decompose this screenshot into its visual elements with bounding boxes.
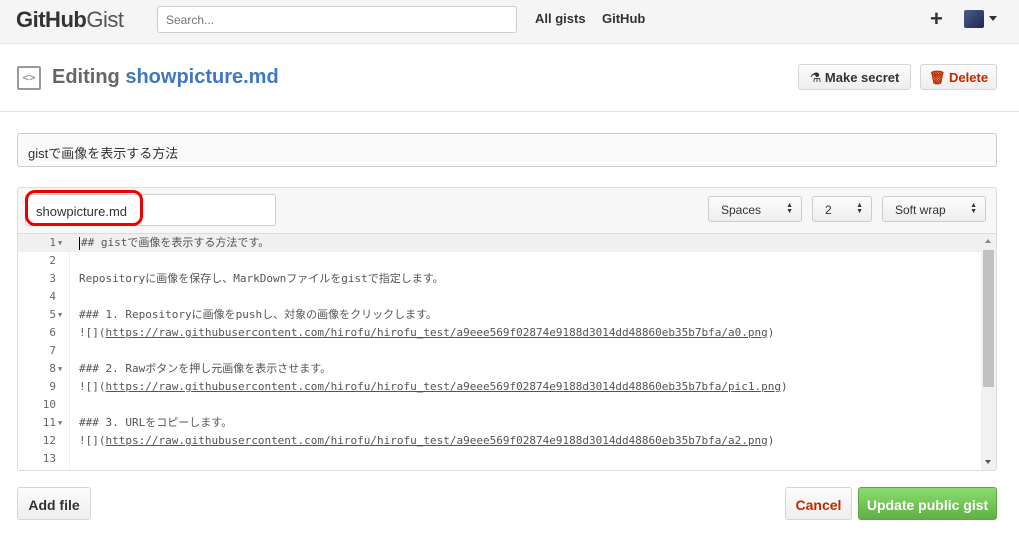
update-public-gist-button[interactable]: Update public gist <box>858 487 997 520</box>
line-number: 5 <box>49 308 56 321</box>
line-text: Repositoryに画像を保存し、MarkDownファイルをgistで指定しま… <box>79 272 444 285</box>
scrollbar-thumb[interactable] <box>983 250 994 387</box>
file-header: showpicture.md Spaces ▲ ▼ 2 ▲ ▼ Soft wrap … <box>18 188 996 234</box>
make-secret-button[interactable]: ⚗ Make secret <box>798 64 911 90</box>
code-line[interactable]: 11 ▼ ### 3. URLをコピーします。 <box>18 414 996 432</box>
code-line[interactable]: 6 ![](https://raw.githubusercontent.com/h… <box>18 324 996 342</box>
markdown-link: https://raw.githubusercontent.com/hirofu… <box>105 380 782 393</box>
line-text: ## gistで画像を表示する方法です。 <box>79 236 270 250</box>
title-prefix: Editing <box>52 66 120 88</box>
line-number: 8 <box>49 362 56 375</box>
select-arrows-icon: ▲ ▼ <box>970 202 977 215</box>
text-cursor <box>79 236 80 250</box>
line-number: 9 <box>49 380 56 393</box>
new-gist-icon[interactable]: + <box>930 6 943 32</box>
indent-mode-select[interactable]: Spaces ▲ ▼ <box>708 196 802 222</box>
nav-all-gists[interactable]: All gists <box>535 11 586 26</box>
line-number: 3 <box>49 272 56 285</box>
nav-github[interactable]: GitHub <box>602 11 645 26</box>
line-number: 12 <box>42 434 56 447</box>
line-number: 7 <box>49 344 56 357</box>
line-number: 11 <box>42 416 56 429</box>
code-file-icon: <> <box>17 66 41 90</box>
code-line[interactable]: 7 <box>18 342 996 360</box>
line-text: ![](https://raw.githubusercontent.com/hi… <box>79 434 775 447</box>
github-gist-logo[interactable]: GitHubGist <box>16 7 124 33</box>
gist-title-bar: <> Editing showpicture.md ⚗ Make secret … <box>0 44 1019 112</box>
line-number: 1 <box>49 236 56 249</box>
code-line[interactable]: 2 <box>18 252 996 270</box>
select-arrows-icon: ▲ ▼ <box>856 202 863 215</box>
markdown-link: https://raw.githubusercontent.com/hirofu… <box>105 434 768 447</box>
code-line[interactable]: 3 Repositoryに画像を保存し、MarkDownファイルをgistで指定し… <box>18 270 996 288</box>
line-text: ### 3. URLをコピーします。 <box>79 416 233 429</box>
fold-toggle-icon[interactable]: ▼ <box>58 234 62 252</box>
line-number: 6 <box>49 326 56 339</box>
trash-icon: 🗑 <box>928 70 946 85</box>
fold-toggle-icon[interactable]: ▼ <box>58 306 62 324</box>
code-line[interactable]: 13 <box>18 450 996 468</box>
top-header: GitHubGist All gists GitHub + <box>0 0 1019 44</box>
highlight-annotation <box>25 190 143 226</box>
line-number: 4 <box>49 290 56 303</box>
line-text: ![](https://raw.githubusercontent.com/hi… <box>79 326 775 339</box>
fold-toggle-icon[interactable]: ▼ <box>58 414 62 432</box>
fold-toggle-icon[interactable]: ▼ <box>58 360 62 378</box>
scroll-up-icon[interactable] <box>985 239 991 243</box>
line-number: 13 <box>42 452 56 465</box>
indent-size-select[interactable]: 2 ▲ ▼ <box>812 196 872 222</box>
code-line[interactable]: 12 ![](https://raw.githubusercontent.com/… <box>18 432 996 450</box>
title-filename[interactable]: showpicture.md <box>125 66 278 88</box>
code-area[interactable]: 1 ▼ ## gistで画像を表示する方法です。 2 3 Repositoryに画像を保存… <box>18 234 996 468</box>
code-line[interactable]: 8 ▼ ### 2. Rawボタンを押し元画像を表示させます。 <box>18 360 996 378</box>
line-number: 2 <box>49 254 56 267</box>
sitemap-icon: ⚗ <box>809 70 822 85</box>
line-number: 10 <box>42 398 56 411</box>
code-line[interactable]: 1 ▼ ## gistで画像を表示する方法です。 <box>18 234 996 252</box>
avatar[interactable] <box>964 10 984 28</box>
select-arrows-icon: ▲ ▼ <box>786 202 793 215</box>
page-title: Editing showpicture.md <box>52 66 279 89</box>
code-line[interactable]: 9 ![](https://raw.githubusercontent.com/h… <box>18 378 996 396</box>
line-text: ### 1. Repositoryに画像をpushし、対象の画像をクリックします… <box>79 308 437 321</box>
wrap-mode-select[interactable]: Soft wrap ▲ ▼ <box>882 196 986 222</box>
line-text: ### 2. Rawボタンを押し元画像を表示させます。 <box>79 362 332 375</box>
vertical-scrollbar[interactable] <box>981 234 996 470</box>
gist-description-input[interactable]: gistで画像を表示する方法 <box>17 133 997 167</box>
code-line[interactable]: 10 <box>18 396 996 414</box>
search-input[interactable] <box>157 6 517 33</box>
chevron-down-icon[interactable] <box>989 16 997 21</box>
code-line[interactable]: 4 <box>18 288 996 306</box>
scroll-down-icon[interactable] <box>985 460 991 464</box>
add-file-button[interactable]: Add file <box>17 487 91 520</box>
delete-button[interactable]: 🗑 Delete <box>920 64 997 90</box>
cancel-button[interactable]: Cancel <box>785 487 852 520</box>
markdown-link: https://raw.githubusercontent.com/hirofu… <box>105 326 768 339</box>
line-text: ![](https://raw.githubusercontent.com/hi… <box>79 380 788 393</box>
code-line[interactable]: 5 ▼ ### 1. Repositoryに画像をpushし、対象の画像をクリックし… <box>18 306 996 324</box>
file-editor: showpicture.md Spaces ▲ ▼ 2 ▲ ▼ Soft wrap … <box>17 187 997 471</box>
